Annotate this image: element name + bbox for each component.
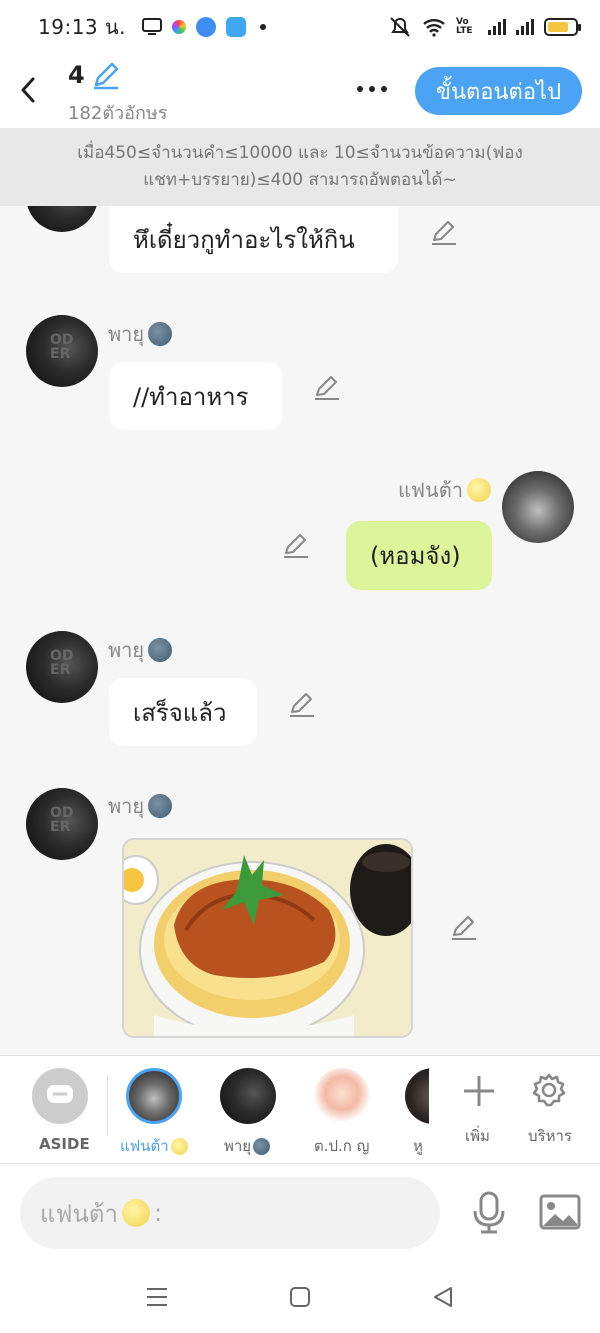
gear-icon (532, 1073, 566, 1107)
message-bubble[interactable]: (หอมจัง) (346, 521, 492, 590)
roster-divider (107, 1076, 108, 1136)
manage-label: บริหาร (528, 1127, 572, 1145)
add-label: เพิ่ม (465, 1127, 490, 1145)
moon-emoji-icon (148, 638, 173, 662)
katsudon-bowl-illustration (124, 840, 411, 1036)
photos-app-icon (172, 20, 187, 34)
input-suffix: : (153, 1199, 163, 1227)
smile-emoji-icon (466, 478, 491, 502)
roster-avatar-fanta[interactable] (126, 1068, 182, 1124)
noveltoon-app-icon (226, 17, 247, 37)
next-step-button[interactable]: ขั้นตอนต่อไป (415, 67, 582, 115)
more-button[interactable] (352, 76, 392, 102)
notice-banner: เมื่อ450≤จำนวนคำ≤10000 และ 10≤จำนวนข้อคว… (0, 128, 600, 206)
recent-apps-icon[interactable] (145, 1286, 169, 1308)
status-time: 19:13 น. (38, 15, 127, 39)
composer-bar: แฟนต้า : (0, 1163, 600, 1263)
chat-area[interactable]: ODAR หึเดี๋ยวกูทำอะไรให้กิน ODER พายุ //… (0, 206, 600, 1055)
back-button[interactable] (14, 72, 42, 108)
aside-label: ASIDE (39, 1135, 90, 1153)
pencil-icon[interactable] (91, 60, 121, 90)
chevron-left-icon (21, 77, 35, 103)
input-placeholder: แฟนต้า (40, 1199, 118, 1228)
speaker-name: พายุ (108, 318, 173, 350)
wifi-icon (423, 19, 445, 37)
home-icon[interactable] (288, 1285, 312, 1309)
notification-dot-icon (260, 24, 267, 30)
katsudon-image[interactable] (122, 838, 413, 1038)
edit-icon[interactable] (282, 531, 310, 559)
roster-avatar-anime-girl[interactable] (314, 1068, 370, 1124)
roster-label-4: หู (413, 1137, 423, 1155)
avatar[interactable]: OD ER (26, 631, 98, 703)
character-roster: ASIDE แฟนต้า พายุ ต.ป.ก ญ หู เพิ่ม บริหา… (0, 1055, 600, 1163)
message-bubble[interactable]: หึเดี๋ยวกูทำอะไรให้กิน (109, 206, 398, 273)
tv-icon (142, 18, 163, 35)
signal-icon-2 (516, 19, 534, 35)
microphone-icon[interactable] (471, 1191, 507, 1235)
episode-title-text: 4 (68, 61, 85, 89)
roster-label-fanta: แฟนต้า (120, 1134, 188, 1158)
avatar[interactable]: OD ER (26, 788, 98, 860)
editor-header: 4 182ตัวอักษร ขั้นตอนต่อไป (0, 54, 600, 128)
avatar[interactable]: ODAR (26, 206, 98, 232)
message-bubble[interactable]: //ทำอาหาร (109, 362, 282, 430)
status-app-icons (142, 17, 267, 37)
message-input[interactable]: แฟนต้า : (20, 1177, 440, 1249)
edit-icon[interactable] (430, 218, 458, 246)
edit-icon[interactable] (288, 690, 316, 718)
status-bar: 19:13 น. Vo LTE (0, 0, 600, 54)
avatar[interactable] (502, 471, 574, 543)
speaker-name: พายุ (108, 634, 173, 666)
roster-clip-4: หู (405, 1068, 429, 1158)
episode-title[interactable]: 4 (68, 60, 121, 90)
image-upload-icon[interactable] (539, 1194, 581, 1230)
battery-icon (544, 18, 581, 36)
aside-button[interactable] (32, 1068, 88, 1124)
speaker-name: พายุ (108, 790, 173, 822)
char-count: 182ตัวอักษร (68, 103, 168, 124)
signal-icon-1 (488, 19, 506, 35)
edit-icon[interactable] (313, 373, 341, 401)
volte-label: Vo LTE (456, 17, 473, 36)
speaker-name: แฟนต้า (398, 474, 491, 506)
speech-bubble-icon (47, 1085, 73, 1103)
moon-emoji-icon (253, 1137, 271, 1155)
smile-emoji-icon (170, 1137, 188, 1155)
moon-emoji-icon (148, 322, 173, 346)
roster-avatar-4[interactable] (405, 1068, 429, 1124)
avatar[interactable]: OD ER (26, 315, 98, 387)
plus-icon (464, 1076, 494, 1106)
moon-emoji-icon (148, 794, 173, 818)
edit-icon[interactable] (450, 913, 478, 941)
roster-label-anime-girl: ต.ป.ก ญ (314, 1137, 370, 1155)
status-right: Vo LTE (388, 16, 581, 38)
mute-icon (390, 17, 410, 37)
add-character-button[interactable]: เพิ่ม (454, 1070, 504, 1150)
back-nav-icon[interactable] (431, 1285, 455, 1309)
smile-emoji-icon (121, 1199, 150, 1227)
system-nav-bar (0, 1263, 600, 1333)
roster-avatar-payu[interactable] (220, 1068, 276, 1124)
roster-label-payu: พายุ (224, 1134, 271, 1158)
battery-level (548, 22, 568, 32)
manage-button[interactable]: บริหาร (522, 1070, 578, 1150)
message-bubble[interactable]: เสร็จแล้ว (109, 678, 257, 746)
chat-app-icon (196, 17, 217, 37)
